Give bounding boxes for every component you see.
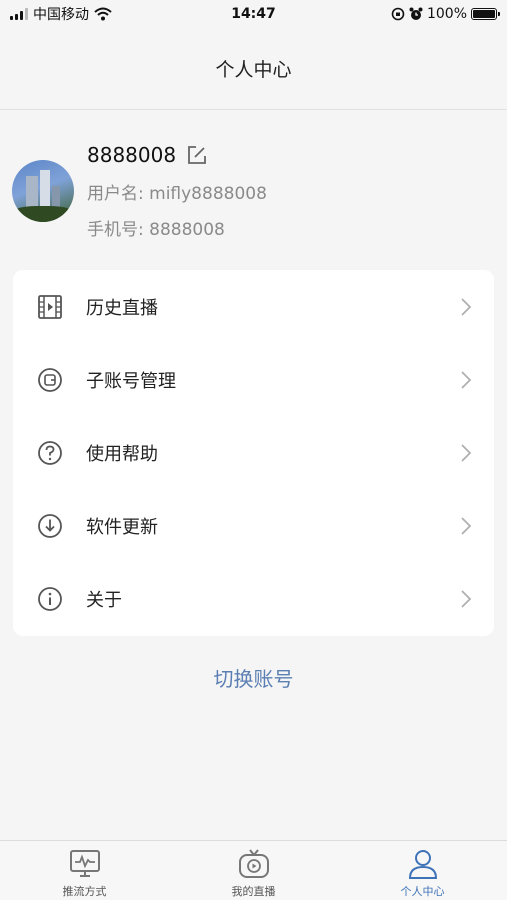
profile-info: 8888008 用户名: mifly8888008 手机号: 8888008	[87, 140, 267, 242]
tab-my-live[interactable]: 我的直播	[169, 841, 338, 900]
help-icon	[38, 441, 62, 465]
menu-item-label: 关于	[86, 590, 122, 612]
info-icon	[38, 587, 62, 612]
alarm-icon	[409, 7, 423, 20]
menu-card: 历史直播 子账号管理 使用帮助 软件更新 关于	[13, 270, 494, 636]
username-text: 用户名: mifly8888008	[87, 184, 267, 204]
tab-label: 我的直播	[231, 885, 276, 898]
switch-account-button[interactable]: 切换账号	[0, 663, 507, 692]
monitor-icon	[69, 850, 100, 877]
signal-icon	[10, 8, 28, 20]
chevron-right-icon	[461, 371, 472, 389]
menu-item-history-live[interactable]: 历史直播	[13, 270, 494, 343]
carrier-label: 中国移动	[33, 7, 89, 23]
wifi-icon	[94, 7, 112, 21]
page-title: 个人中心	[215, 59, 292, 81]
wallet-icon	[38, 367, 62, 392]
status-left: 中国移动	[10, 4, 112, 24]
tab-personal-center[interactable]: 个人中心	[338, 841, 507, 900]
tab-bar: 推流方式 我的直播 个人中心	[0, 840, 507, 900]
menu-item-about[interactable]: 关于	[13, 563, 494, 636]
tab-stream-method[interactable]: 推流方式	[0, 841, 169, 900]
menu-item-sub-accounts[interactable]: 子账号管理	[13, 343, 494, 416]
tab-label: 推流方式	[62, 885, 107, 898]
battery-icon	[471, 8, 500, 20]
menu-item-label: 历史直播	[86, 297, 158, 319]
tv-play-icon	[238, 849, 269, 878]
display-name-row: 8888008	[87, 140, 267, 170]
phone-text: 手机号: 8888008	[87, 220, 225, 240]
edit-icon[interactable]	[186, 144, 208, 166]
avatar[interactable]	[12, 160, 74, 222]
chevron-right-icon	[461, 444, 472, 462]
menu-item-label: 子账号管理	[86, 370, 176, 392]
status-bar: 中国移动 14:47 100%	[0, 0, 507, 28]
chevron-right-icon	[461, 297, 472, 316]
orientation-lock-icon	[391, 7, 405, 21]
tab-label: 个人中心	[400, 885, 445, 898]
battery-percent: 100%	[426, 6, 467, 22]
menu-item-label: 软件更新	[86, 517, 158, 539]
nav-bar: 个人中心	[0, 28, 507, 110]
menu-item-label: 使用帮助	[86, 443, 158, 465]
film-icon	[38, 294, 62, 319]
display-name: 8888008	[87, 143, 177, 167]
person-icon	[408, 850, 437, 879]
download-icon	[38, 514, 62, 539]
menu-item-help[interactable]: 使用帮助	[13, 416, 494, 489]
chevron-right-icon	[461, 590, 472, 608]
profile-section: 8888008 用户名: mifly8888008 手机号: 8888008	[12, 130, 492, 250]
chevron-right-icon	[461, 517, 472, 535]
status-right: 100%	[391, 6, 500, 22]
menu-item-software-update[interactable]: 软件更新	[13, 490, 494, 563]
